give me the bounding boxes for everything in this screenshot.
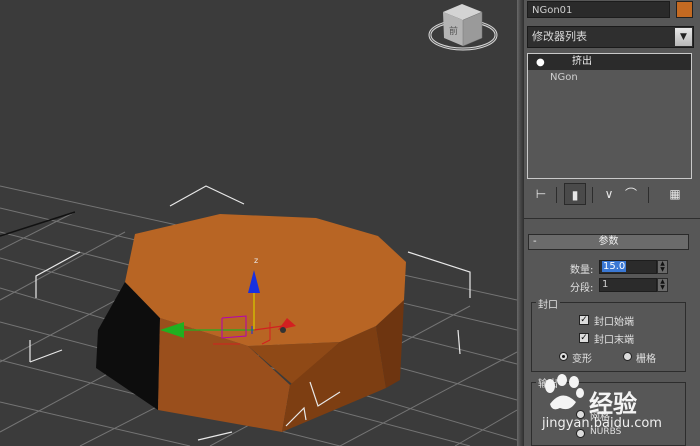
- pin-stack-icon[interactable]: ⊢: [530, 183, 552, 205]
- toolbar-separator: [648, 187, 649, 203]
- parameters-rollout-header[interactable]: - 参数: [528, 234, 689, 250]
- toolbar-separator: [556, 187, 557, 203]
- chevron-down-icon[interactable]: ▼: [675, 28, 692, 46]
- watermark-site: jingyan.baidu.com: [542, 416, 662, 431]
- amount-spinner-field[interactable]: 15.0: [599, 260, 657, 274]
- amount-label: 数量:: [570, 265, 594, 276]
- stack-item-ngon[interactable]: NGon: [528, 70, 691, 86]
- grid-label: 栅格: [636, 354, 656, 365]
- make-unique-icon[interactable]: ∨: [598, 183, 620, 205]
- configure-modifier-sets-icon[interactable]: ▦: [664, 183, 686, 205]
- panel-divider[interactable]: [517, 0, 524, 446]
- watermark-brand: 经验: [589, 390, 637, 418]
- cap-start-label: 封口始端: [594, 317, 634, 328]
- viewport-scene: z 前: [0, 4, 517, 446]
- extruded-ngon-object[interactable]: [96, 214, 406, 432]
- toolbar-separator: [592, 187, 593, 203]
- stack-item-extrude[interactable]: ● 挤出: [528, 54, 691, 70]
- modifier-stack[interactable]: ● 挤出 NGon: [527, 53, 692, 179]
- cap-end-checkbox[interactable]: ✓: [579, 333, 589, 343]
- perspective-viewport[interactable]: z 前: [0, 0, 517, 446]
- morph-label: 变形: [572, 354, 592, 365]
- object-color-swatch[interactable]: [676, 1, 693, 18]
- segments-spinner-arrows[interactable]: ▲ ▼: [657, 278, 668, 292]
- segments-value: 1: [602, 279, 609, 290]
- axis-z-label: z: [254, 256, 258, 265]
- amount-spinner-arrows[interactable]: ▲ ▼: [657, 260, 668, 274]
- morph-radio[interactable]: [559, 352, 568, 361]
- viewcube-face-label: 前: [449, 25, 458, 37]
- amount-value: 15.0: [602, 261, 627, 272]
- viewcube[interactable]: [428, 4, 498, 51]
- stack-toolbar: ⊢ ▮ ∨ ⌒ ▦: [530, 183, 695, 207]
- capping-group-label: 封口: [536, 296, 560, 311]
- cap-start-checkbox[interactable]: ✓: [579, 315, 589, 325]
- lightbulb-icon[interactable]: ●: [536, 55, 545, 71]
- remove-modifier-icon[interactable]: ⌒: [620, 183, 642, 205]
- stack-item-label: NGon: [550, 72, 578, 83]
- modifier-list-label: 修改器列表: [532, 30, 587, 43]
- parameters-title: 参数: [598, 236, 619, 247]
- stack-item-label: 挤出: [572, 56, 592, 67]
- cap-end-label: 封口末端: [594, 335, 634, 346]
- modifier-list-dropdown[interactable]: 修改器列表 ▼: [527, 26, 694, 48]
- segments-spinner-field[interactable]: 1: [599, 278, 657, 292]
- grid-radio[interactable]: [623, 352, 632, 361]
- segments-label: 分段:: [570, 283, 594, 294]
- baidu-jingyan-watermark: 经验 jingyan.baidu.com: [540, 374, 700, 446]
- show-end-result-icon[interactable]: ▮: [564, 183, 586, 205]
- collapse-icon[interactable]: -: [533, 235, 537, 249]
- object-name-field[interactable]: NGon01: [527, 1, 670, 18]
- panel-separator: [524, 218, 700, 219]
- paw-logo-icon: [545, 374, 584, 410]
